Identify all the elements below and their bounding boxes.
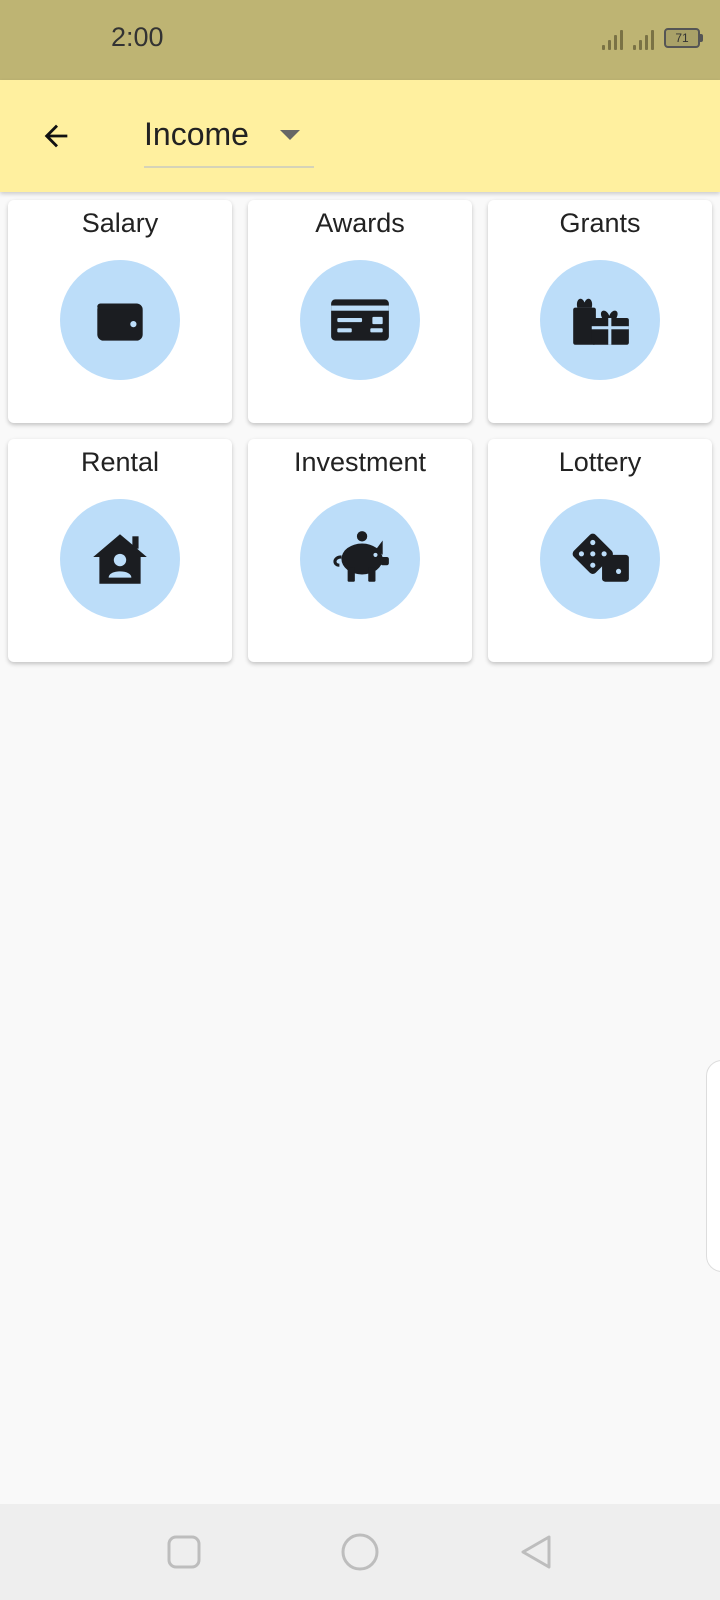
- arrow-back-icon: [44, 124, 68, 148]
- house-user-icon: [93, 534, 147, 584]
- category-card-investment[interactable]: Investment: [248, 439, 472, 662]
- back-nav-button[interactable]: [516, 1532, 556, 1572]
- category-label: Rental: [80, 447, 160, 477]
- triangle-back-icon: [521, 1535, 551, 1569]
- dropdown-value: Income: [144, 116, 249, 152]
- home-button[interactable]: [340, 1532, 380, 1572]
- dice-icon: [572, 533, 629, 582]
- circle-icon: [341, 1533, 379, 1571]
- icon-circle: [540, 260, 660, 380]
- status-bar: 2:00 71: [0, 0, 720, 80]
- icon-circle: [60, 260, 180, 380]
- gifts-icon: [573, 298, 629, 345]
- category-grid: Salary Awards Grants Rental Investment L…: [8, 200, 712, 662]
- chevron-down-icon: [280, 130, 300, 140]
- credit-card-icon: [331, 299, 389, 341]
- category-label: Lottery: [558, 447, 642, 477]
- signal-icon-2: [633, 28, 654, 50]
- icon-circle: [60, 499, 180, 619]
- category-label: Grants: [559, 208, 641, 238]
- wallet-icon: [97, 303, 143, 341]
- icon-circle: [300, 499, 420, 619]
- recent-apps-button[interactable]: [164, 1532, 204, 1572]
- category-card-grants[interactable]: Grants: [488, 200, 712, 423]
- category-label: Awards: [315, 208, 405, 238]
- category-card-lottery[interactable]: Lottery: [488, 439, 712, 662]
- category-card-rental[interactable]: Rental: [8, 439, 232, 662]
- app-bar: Income: [0, 80, 720, 192]
- category-label: Investment: [293, 447, 427, 477]
- side-panel-handle[interactable]: [706, 1060, 720, 1272]
- back-button[interactable]: [30, 110, 82, 162]
- battery-icon: 71: [664, 28, 703, 48]
- signal-icon: [602, 28, 623, 50]
- square-icon: [167, 1535, 201, 1569]
- category-label: Salary: [81, 208, 159, 238]
- system-nav-bar: [0, 1504, 720, 1600]
- status-time: 2:00: [111, 22, 164, 52]
- icon-circle: [300, 260, 420, 380]
- category-card-awards[interactable]: Awards: [248, 200, 472, 423]
- category-card-salary[interactable]: Salary: [8, 200, 232, 423]
- status-icons: 71: [602, 28, 703, 50]
- piggy-bank-icon: [333, 531, 389, 582]
- category-type-dropdown[interactable]: Income: [144, 106, 314, 168]
- icon-circle: [540, 499, 660, 619]
